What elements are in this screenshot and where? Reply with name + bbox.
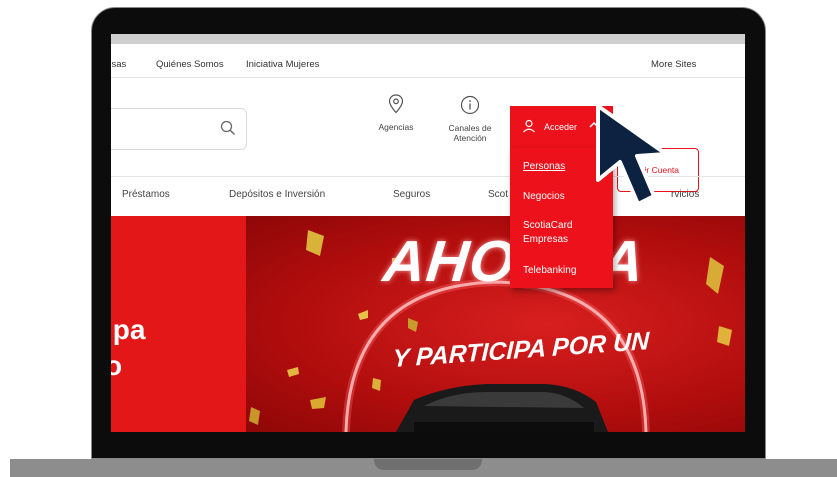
agencias-link[interactable]: Agencias xyxy=(371,94,421,132)
canales-label-line1: Canales de xyxy=(448,123,492,133)
acceder-label: Acceder xyxy=(544,122,578,132)
hero-left-line1: ipa xyxy=(111,314,146,345)
scotiacard-line1: ScotiaCard xyxy=(523,220,573,231)
utility-link-empresas[interactable]: resas xyxy=(111,59,126,70)
canales-label-line2: Atención xyxy=(453,133,487,143)
hero-left-panel: ipa o xyxy=(111,216,246,432)
hero-left-line2: o xyxy=(111,350,123,381)
location-pin-icon xyxy=(371,94,421,116)
utility-link-quienes-somos[interactable]: Quiénes Somos xyxy=(156,59,224,70)
canales-atencion-link[interactable]: Canales de Atención xyxy=(441,95,499,143)
menu-item-personas[interactable]: Personas xyxy=(523,160,565,174)
hero-promo-banner[interactable]: AHORRA Y PARTICIPA POR UN xyxy=(246,216,745,432)
search-input[interactable] xyxy=(111,108,247,150)
utility-link-iniciativa-mujeres[interactable]: Iniciativa Mujeres xyxy=(246,59,319,70)
menu-item-telebanking[interactable]: Telebanking xyxy=(523,264,576,278)
search-icon[interactable] xyxy=(220,120,236,141)
person-icon xyxy=(522,119,536,135)
menu-item-negocios[interactable]: Negocios xyxy=(523,190,565,204)
info-icon xyxy=(441,95,499,117)
nav-item-depositos[interactable]: Depósitos e Inversión xyxy=(229,189,325,200)
agencias-label: Agencias xyxy=(378,122,414,132)
cursor-arrow-icon xyxy=(596,104,668,206)
browser-screen: resas Quiénes Somos Iniciativa Mujeres M… xyxy=(111,34,745,432)
menu-item-scotiacard-empresas[interactable]: ScotiaCard Empresas xyxy=(523,219,572,247)
nav-item-seguros[interactable]: Seguros xyxy=(393,189,430,200)
nav-item-scotia[interactable]: Scot xyxy=(488,189,508,200)
laptop-notch xyxy=(374,459,482,470)
nav-item-prestamos[interactable]: Préstamos xyxy=(122,189,170,200)
scotiacard-line2: Empresas xyxy=(523,234,569,245)
utility-bar: resas Quiénes Somos Iniciativa Mujeres M… xyxy=(111,34,745,78)
more-sites-link[interactable]: More Sites xyxy=(651,59,696,70)
